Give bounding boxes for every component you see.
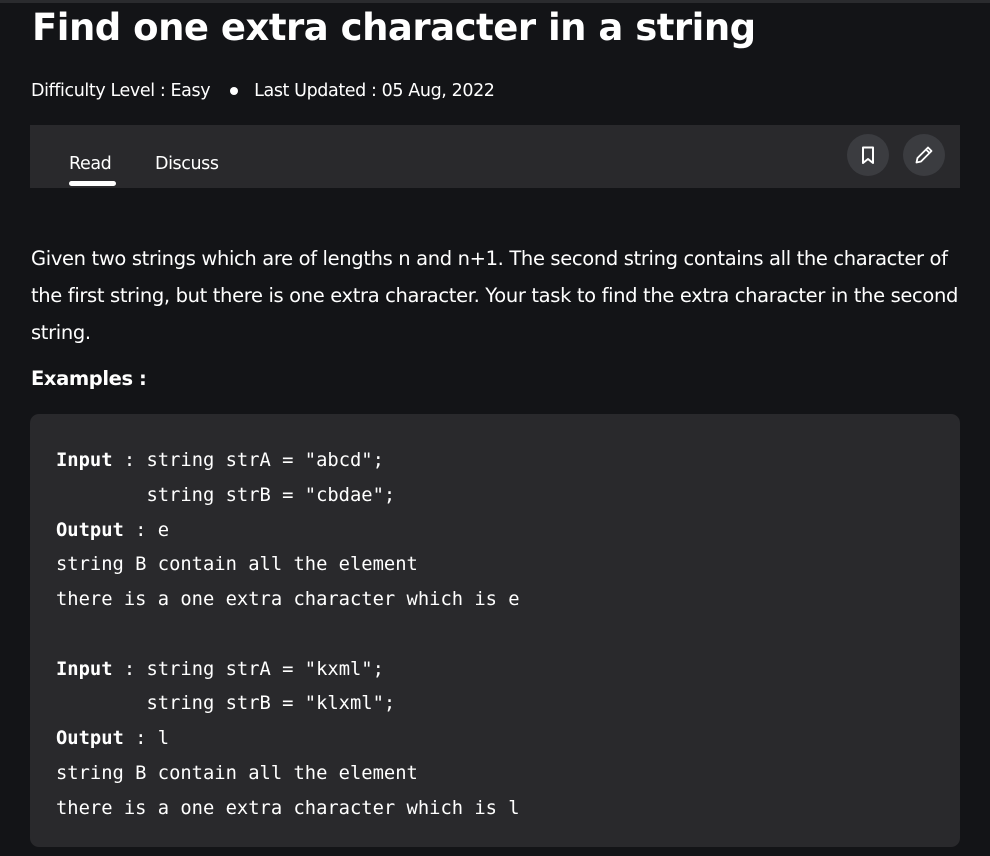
explanation-line: string B contain all the element <box>56 762 418 784</box>
input-label: Input <box>56 658 113 680</box>
edit-button[interactable] <box>903 134 945 176</box>
example-code: Input : string strA = "abcd"; string str… <box>56 444 520 826</box>
active-tab-indicator <box>69 181 116 186</box>
output-value: : l <box>123 728 170 749</box>
explanation-line: there is a one extra character which is … <box>56 797 520 819</box>
examples-heading: Examples : <box>31 367 147 390</box>
meta-separator-dot <box>230 87 239 95</box>
code-line: there is a one extra character which is … <box>56 583 520 618</box>
bookmark-icon <box>862 146 874 164</box>
tab-discuss[interactable]: Discuss <box>155 154 219 174</box>
explanation-line: string B contain all the element <box>56 554 418 576</box>
explanation-line: there is a one extra character which is … <box>56 589 520 610</box>
article-meta: Difficulty Level : Easy Last Updated : 0… <box>31 81 495 101</box>
article-tab-bar: Read Discuss <box>30 125 960 188</box>
input-strB: string strB = "klxml"; <box>56 693 396 715</box>
input-strA: : string strA = "kxml"; <box>112 658 384 680</box>
problem-statement: Given two strings which are of lengths n… <box>31 247 959 344</box>
tab-read[interactable]: Read <box>69 154 112 174</box>
code-line: Output : e <box>56 514 520 549</box>
code-block: Input : string strA = "abcd"; string str… <box>30 414 960 847</box>
code-line: there is a one extra character which is … <box>56 792 520 827</box>
output-label: Output <box>56 728 124 749</box>
bookmark-button[interactable] <box>847 134 889 176</box>
code-line: string strB = "cbdae"; <box>56 479 520 514</box>
last-updated: Last Updated : 05 Aug, 2022 <box>254 81 495 101</box>
code-line: Input : string strA = "kxml"; <box>56 653 520 688</box>
code-line: Input : string strA = "abcd"; <box>56 444 520 479</box>
code-line: string B contain all the element <box>56 548 520 583</box>
output-label: Output <box>56 519 124 541</box>
code-line: string B contain all the element <box>56 757 520 792</box>
code-line: string strB = "klxml"; <box>56 687 520 722</box>
difficulty-level: Difficulty Level : Easy <box>31 81 211 101</box>
input-strA: : string strA = "abcd"; <box>112 450 384 471</box>
output-value: : e <box>123 519 170 541</box>
input-label: Input <box>56 450 113 471</box>
top-divider <box>0 0 990 3</box>
pencil-icon <box>915 146 933 164</box>
input-strB: string strB = "cbdae"; <box>56 484 396 506</box>
page-title: Find one extra character in a string <box>32 6 756 49</box>
code-line: Output : l <box>56 722 520 757</box>
